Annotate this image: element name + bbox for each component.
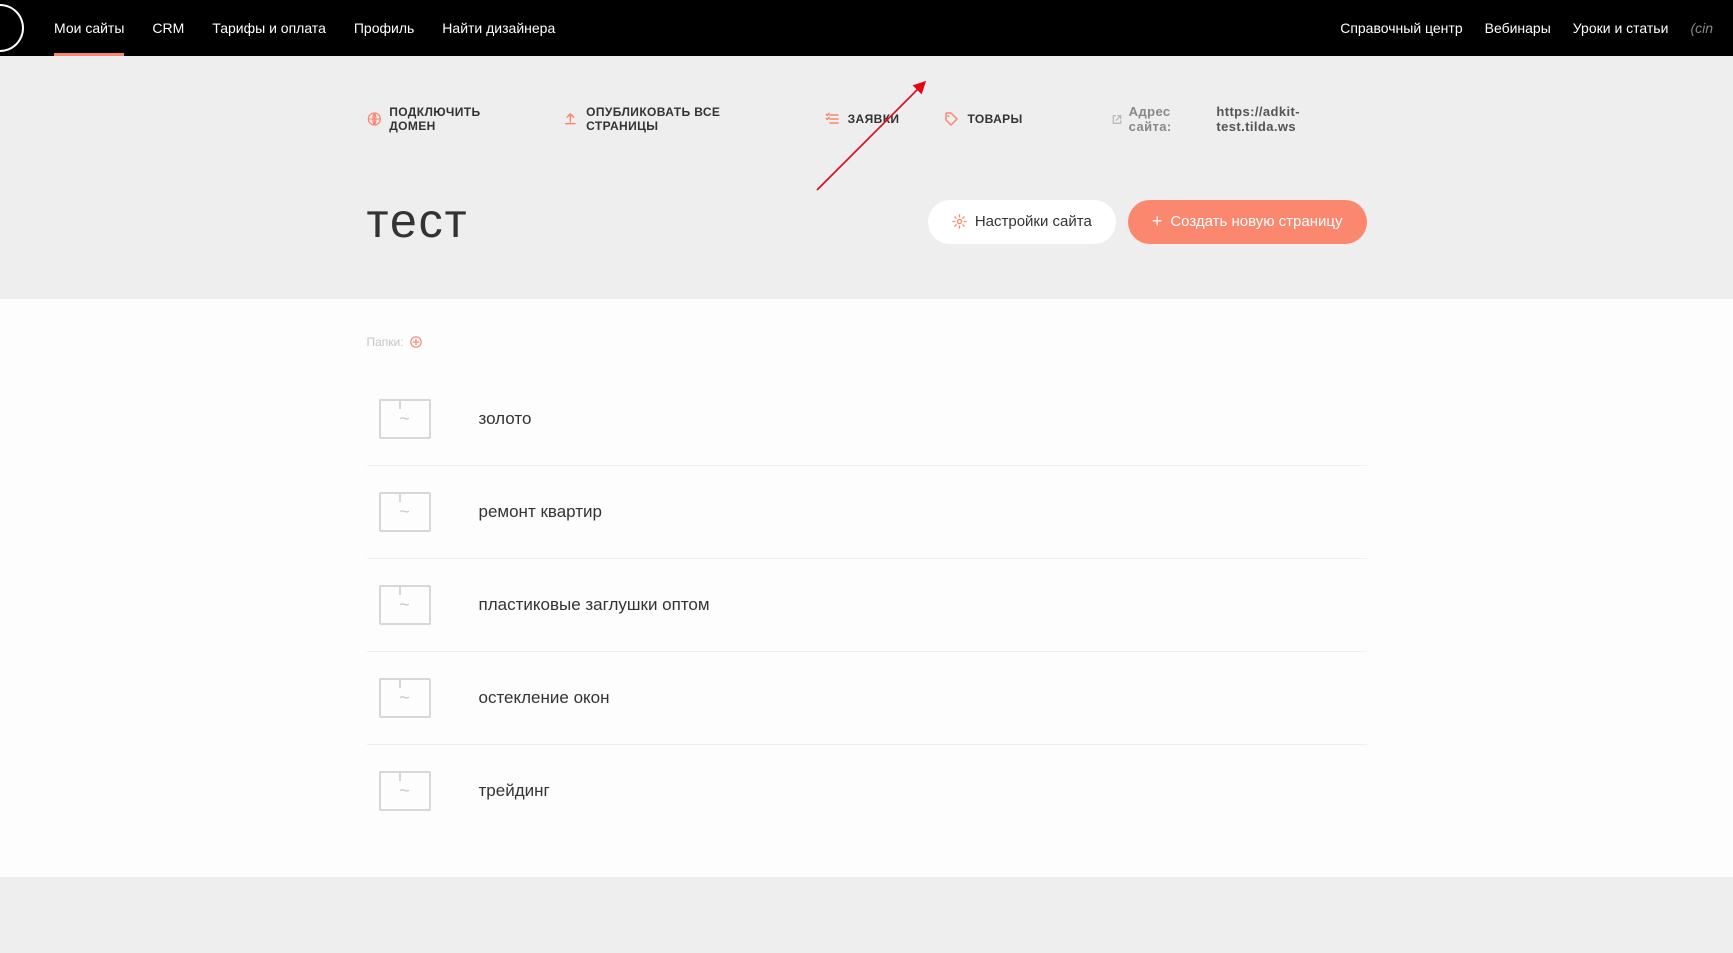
nav-left: Мои сайты CRM Тарифы и оплата Профиль На… xyxy=(0,0,569,56)
create-page-button[interactable]: + Создать новую страницу xyxy=(1128,200,1367,244)
gear-icon xyxy=(952,214,967,229)
create-page-label: Создать новую страницу xyxy=(1170,213,1342,230)
action-connect-domain-label: ПОДКЛЮЧИТЬ ДОМЕН xyxy=(389,105,519,133)
list-icon xyxy=(824,111,840,127)
logo-icon[interactable] xyxy=(0,4,24,52)
tag-icon xyxy=(943,111,959,127)
top-nav: Мои сайты CRM Тарифы и оплата Профиль На… xyxy=(0,0,1733,56)
page-title: пластиковые заглушки оптом xyxy=(479,595,710,615)
globe-icon xyxy=(367,111,382,127)
nav-my-sites[interactable]: Мои сайты xyxy=(40,0,138,56)
page-icon: ~ xyxy=(379,585,431,625)
nav-billing[interactable]: Тарифы и оплата xyxy=(198,0,340,56)
page-title: трейдинг xyxy=(479,781,550,801)
site-settings-button[interactable]: Настройки сайта xyxy=(928,200,1116,244)
page-icon: ~ xyxy=(379,399,431,439)
upload-icon xyxy=(563,111,578,127)
title-row: тест Настройки сайта + Создать новую стр… xyxy=(367,194,1367,299)
action-leads-label: ЗАЯВКИ xyxy=(848,112,900,126)
nav-webinars[interactable]: Вебинары xyxy=(1485,20,1551,36)
action-publish-all[interactable]: ОПУБЛИКОВАТЬ ВСЕ СТРАНИЦЫ xyxy=(563,105,779,133)
annotation-arrow xyxy=(807,70,947,200)
nav-help-center[interactable]: Справочный центр xyxy=(1340,20,1462,36)
action-products[interactable]: ТОВАРЫ xyxy=(943,111,1022,127)
title-buttons: Настройки сайта + Создать новую страницу xyxy=(928,200,1367,244)
list-item[interactable]: ~ ремонт квартир xyxy=(367,466,1367,559)
action-publish-all-label: ОПУБЛИКОВАТЬ ВСЕ СТРАНИЦЫ xyxy=(586,105,780,133)
nav-cin-text: (cin xyxy=(1690,20,1713,36)
page-title: ремонт квартир xyxy=(479,502,603,522)
nav-crm[interactable]: CRM xyxy=(138,0,198,56)
site-address-url: https://adkit-test.tilda.ws xyxy=(1216,104,1366,134)
list-item[interactable]: ~ золото xyxy=(367,373,1367,466)
site-address[interactable]: Адрес сайта: https://adkit-test.tilda.ws xyxy=(1111,104,1367,134)
page-icon: ~ xyxy=(379,678,431,718)
pages-panel: Папки: ~ золото ~ ремонт квартир ~ пласт… xyxy=(0,299,1733,877)
list-item[interactable]: ~ остекление окон xyxy=(367,652,1367,745)
project-title: тест xyxy=(367,194,469,249)
action-connect-domain[interactable]: ПОДКЛЮЧИТЬ ДОМЕН xyxy=(367,105,520,133)
action-products-label: ТОВАРЫ xyxy=(967,112,1022,126)
middle-wrap: ПОДКЛЮЧИТЬ ДОМЕН ОПУБЛИКОВАТЬ ВСЕ СТРАНИ… xyxy=(367,56,1367,299)
page-icon: ~ xyxy=(379,771,431,811)
page-icon: ~ xyxy=(379,492,431,532)
page-title: золото xyxy=(479,409,532,429)
nav-lessons[interactable]: Уроки и статьи xyxy=(1573,20,1669,36)
folders-label: Папки: xyxy=(367,335,404,349)
site-settings-label: Настройки сайта xyxy=(975,213,1092,230)
nav-profile[interactable]: Профиль xyxy=(340,0,428,56)
folders-label-row: Папки: xyxy=(367,335,1367,349)
external-link-icon xyxy=(1111,113,1123,126)
nav-find-designer[interactable]: Найти дизайнера xyxy=(428,0,569,56)
pages-inner: Папки: ~ золото ~ ремонт квартир ~ пласт… xyxy=(367,335,1367,837)
plus-icon: + xyxy=(1152,211,1163,232)
list-item[interactable]: ~ пластиковые заглушки оптом xyxy=(367,559,1367,652)
page-title: остекление окон xyxy=(479,688,610,708)
action-bar: ПОДКЛЮЧИТЬ ДОМЕН ОПУБЛИКОВАТЬ ВСЕ СТРАНИ… xyxy=(367,104,1367,134)
nav-right: Справочный центр Вебинары Уроки и статьи… xyxy=(1340,20,1733,36)
site-address-label: Адрес сайта: xyxy=(1129,104,1211,134)
action-leads[interactable]: ЗАЯВКИ xyxy=(824,111,900,127)
list-item[interactable]: ~ трейдинг xyxy=(367,745,1367,837)
add-folder-icon[interactable] xyxy=(410,336,422,348)
